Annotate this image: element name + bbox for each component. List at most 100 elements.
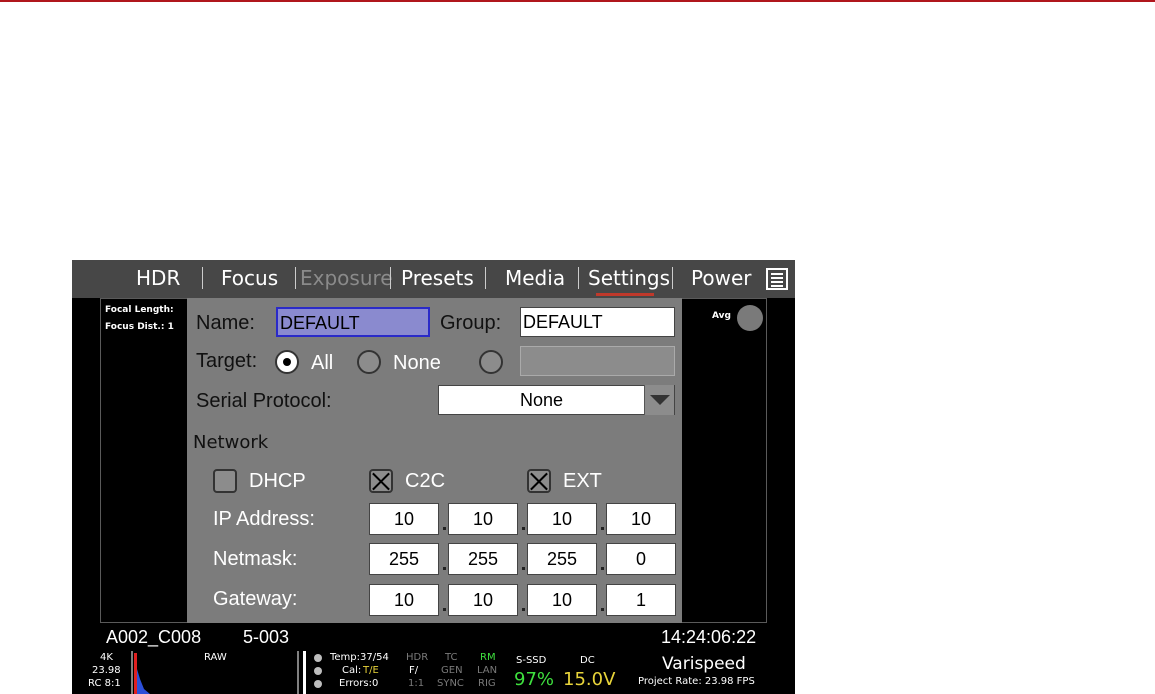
serial-protocol-label: Serial Protocol: [196, 390, 332, 412]
tab-settings[interactable]: Settings [588, 266, 670, 290]
target-all-label: All [311, 352, 334, 374]
gateway-dot [522, 608, 525, 611]
chevron-down-icon[interactable] [644, 385, 674, 415]
netmask-label: Netmask: [213, 548, 298, 570]
errors-readout: Errors:0 [339, 678, 379, 689]
netmask-dot [522, 567, 525, 570]
power-voltage: 15.0V [563, 669, 616, 690]
shot-id: 5-003 [243, 627, 290, 647]
netmask-dot [601, 567, 604, 570]
ip-octet-4[interactable]: 10 [606, 503, 676, 535]
f-indicator: F/ [409, 665, 419, 676]
tab-hdr[interactable]: HDR [136, 266, 180, 290]
target-all-radio[interactable] [275, 350, 299, 374]
gateway-dot [443, 608, 446, 611]
top-rule [0, 0, 1155, 2]
tab-presets[interactable]: Presets [401, 266, 474, 290]
target-custom-radio[interactable] [479, 350, 503, 374]
menu-separator [202, 267, 203, 289]
menu-separator [295, 267, 296, 289]
hdr-indicator: HDR [406, 652, 429, 663]
ip-dot [601, 527, 604, 530]
varispeed-label: Varispeed [662, 654, 746, 674]
ip-octet-2[interactable]: 10 [448, 503, 518, 535]
gen-indicator: GEN [441, 665, 463, 676]
tab-focus[interactable]: Focus [221, 266, 278, 290]
timecode: 14:24:06:22 [661, 627, 757, 647]
menu-separator [485, 267, 486, 289]
cal-label: Cal: [342, 665, 362, 676]
gateway-octet-3[interactable]: 10 [527, 584, 597, 616]
serial-protocol-select[interactable]: None [438, 385, 675, 415]
lan-indicator: LAN [477, 665, 498, 676]
sync-indicator: SYNC [437, 678, 464, 689]
temp-bullet-icon [314, 654, 322, 662]
gateway-dot [601, 608, 604, 611]
media-label: S-SSD [516, 655, 547, 666]
dhcp-label: DHCP [249, 470, 306, 492]
group-label: Group: [440, 312, 502, 334]
menu-separator [672, 267, 673, 289]
resolution: 4K [100, 652, 113, 663]
gateway-octet-4[interactable]: 1 [606, 584, 676, 616]
redcode-ratio: RC 8:1 [88, 678, 121, 689]
histogram-edge [303, 651, 306, 694]
target-label: Target: [196, 350, 258, 372]
clip-name: A002_C008 [106, 627, 202, 647]
c2c-label: C2C [405, 470, 446, 492]
focus-distance-label: Focus Dist.: 1 [105, 322, 174, 332]
target-custom-input[interactable] [520, 346, 675, 376]
avg-indicator-icon [737, 305, 763, 331]
frame-rate: 23.98 [92, 665, 121, 676]
camera-ui: HDR Focus Exposure Presets Media Setting… [72, 260, 795, 694]
c2c-checkbox[interactable] [369, 469, 393, 493]
netmask-octet-3[interactable]: 255 [527, 543, 597, 575]
media-remaining: 97% [514, 669, 555, 690]
menu-separator [578, 267, 579, 289]
tab-media[interactable]: Media [505, 266, 565, 290]
rm-indicator: RM [480, 652, 496, 663]
netmask-octet-4[interactable]: 0 [606, 543, 676, 575]
netmask-octet-1[interactable]: 255 [369, 543, 439, 575]
ip-address-label: IP Address: [213, 508, 315, 530]
gateway-octet-1[interactable]: 10 [369, 584, 439, 616]
ip-dot [522, 527, 525, 530]
target-none-radio[interactable] [357, 350, 381, 374]
name-input[interactable]: DEFAULT [276, 307, 430, 337]
network-heading: Network [193, 432, 269, 453]
ip-dot [443, 527, 446, 530]
status-bar: 4K 23.98 RC 8:1 RAW Temp:37/54 Cal: T/E … [72, 651, 795, 694]
raw-label: RAW [204, 652, 227, 663]
tc-indicator: TC [445, 652, 458, 663]
netmask-dot [443, 567, 446, 570]
gateway-octet-2[interactable]: 10 [448, 584, 518, 616]
temp-readout: Temp:37/54 [330, 652, 389, 663]
ext-label: EXT [563, 470, 602, 492]
ext-checkbox[interactable] [527, 469, 551, 493]
project-rate: Project Rate: 23.98 FPS [638, 676, 755, 687]
errors-bullet-icon [314, 680, 322, 688]
tab-exposure[interactable]: Exposure [300, 266, 393, 290]
avg-label: Avg [712, 311, 731, 321]
ratio-indicator: 1:1 [408, 678, 425, 689]
menu-list-icon[interactable] [766, 268, 788, 290]
ip-octet-1[interactable]: 10 [369, 503, 439, 535]
active-tab-indicator [596, 293, 654, 296]
tab-power[interactable]: Power [691, 266, 751, 290]
cal-bullet-icon [314, 667, 322, 675]
gateway-label: Gateway: [213, 588, 298, 610]
serial-protocol-value: None [519, 390, 564, 410]
top-menu-bar: HDR Focus Exposure Presets Media Setting… [72, 260, 795, 298]
dhcp-checkbox[interactable] [213, 469, 237, 493]
settings-dialog: Name: DEFAULT Group: DEFAULT Target: All… [187, 298, 682, 623]
netmask-octet-2[interactable]: 255 [448, 543, 518, 575]
group-input[interactable]: DEFAULT [520, 307, 675, 337]
cal-value: T/E [363, 665, 379, 676]
target-none-label: None [393, 352, 441, 374]
ip-octet-3[interactable]: 10 [527, 503, 597, 535]
menu-separator [390, 267, 391, 289]
focal-length-label: Focal Length: [105, 305, 174, 315]
power-label: DC [580, 655, 595, 666]
rig-indicator: RIG [478, 678, 496, 689]
name-label: Name: [196, 312, 255, 334]
